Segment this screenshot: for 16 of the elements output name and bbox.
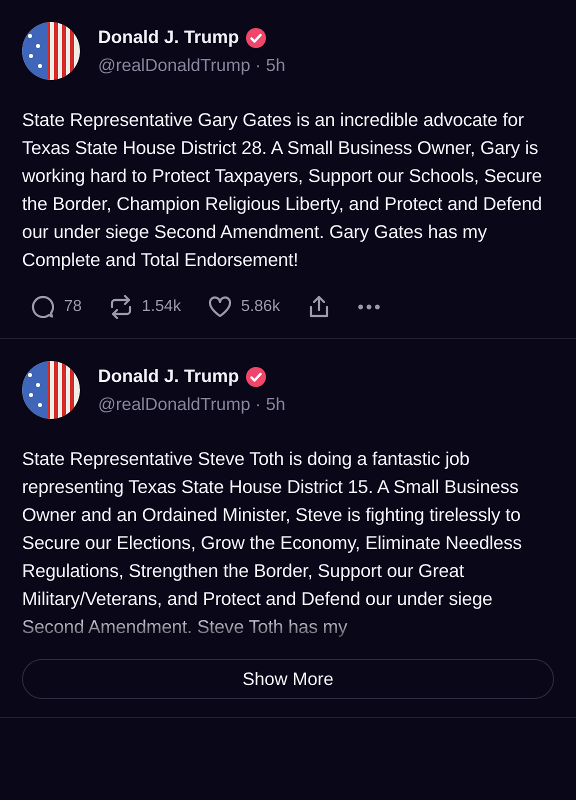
author-handle: @realDonaldTrump · 5h [98, 54, 286, 76]
author-name[interactable]: Donald J. Trump [98, 366, 240, 387]
verified-badge-icon [245, 366, 268, 388]
more-button[interactable] [358, 304, 380, 310]
like-button[interactable]: 5.86k [206, 294, 280, 320]
reply-button[interactable]: 78 [30, 294, 82, 320]
show-more-button[interactable]: Show More [22, 659, 554, 699]
author-name[interactable]: Donald J. Trump [98, 27, 240, 48]
more-icon [358, 304, 380, 310]
post-text: State Representative Steve Toth is doing a fantastic job representing Texas State House District 15. A Small Business Owner and an Ordained Minister, Steve is fighting tirelessly to Secure our Elections, Grow the Economy, Eliminate Needless Regulations, Strengthen the Border, Support our Great Military/Veterans, and Protect and Defend our under siege Second Amendment. Steve Toth has my [22, 447, 523, 639]
repost-button[interactable]: 1.54k [108, 294, 181, 320]
comment-icon [30, 294, 56, 320]
author-handle: @realDonaldTrump · 5h [98, 394, 286, 414]
verified-badge-icon [245, 26, 268, 48]
post-text: State Representative Gary Gates is an incredible advocate for Texas State House District 28. A Small Business Owner, Gary is working hard to Protect Taxpayers, Support our Schools, Secure the Border, Champion Religious Liberty, and Protect and Defend our under siege Second Amendment. Gary Gates has my Complete and Total Endorsement! [22, 108, 543, 272]
heart-icon [206, 294, 233, 320]
